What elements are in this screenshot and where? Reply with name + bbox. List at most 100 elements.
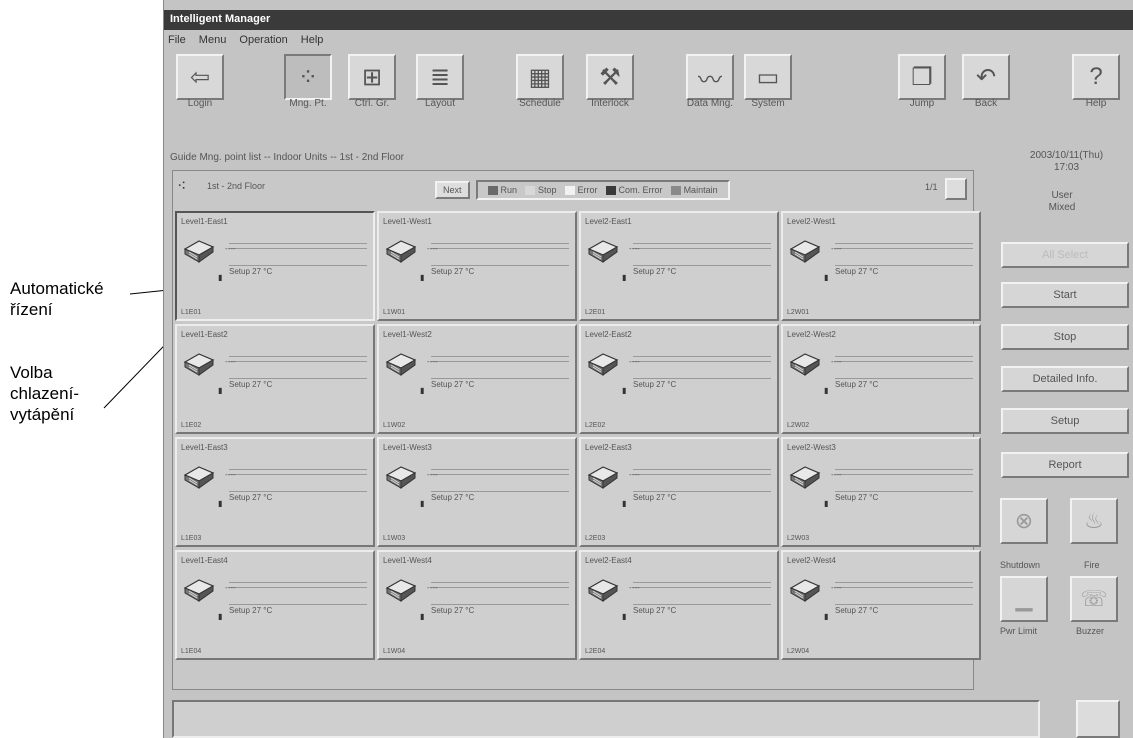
legend-label: Maintain	[683, 184, 718, 195]
toolbar-label: Ctrl. Gr.	[354, 98, 390, 109]
toolbar-jump-button[interactable]: ❐ Jump	[894, 50, 950, 150]
network-icon: ⁖	[177, 178, 187, 195]
indoor-unit-icon	[789, 353, 821, 376]
indoor-unit-tile[interactable]: Level1-East3 ---- ▮ Setup 27 °C L1E03	[175, 437, 375, 547]
unit-value: ----	[629, 470, 640, 479]
stop-button[interactable]: Stop	[1001, 324, 1129, 350]
menu-file[interactable]: File	[168, 34, 186, 46]
indoor-unit-icon	[789, 466, 821, 489]
toolbar-login-button[interactable]: ⇦ Login	[172, 50, 228, 150]
data-management-icon: 〰	[686, 54, 734, 100]
toolbar-label: Jump	[909, 98, 935, 109]
user-label: User	[1051, 190, 1073, 201]
unit-code: L1W01	[383, 309, 406, 316]
mode-flag-icon: ▮	[218, 273, 223, 282]
indoor-unit-icon	[587, 353, 619, 376]
unit-setup: Setup 27 °C	[229, 267, 273, 276]
mode-flag-icon: ▮	[622, 499, 627, 508]
menu-menu[interactable]: Menu	[199, 34, 227, 46]
unit-name: Level1-East4	[181, 556, 228, 565]
legend-swatch	[605, 186, 616, 196]
unit-name: Level1-East3	[181, 443, 228, 452]
unit-name: Level1-West4	[383, 556, 432, 565]
indoor-unit-tile[interactable]: Level1-West1 ---- ▮ Setup 27 °C L1W01	[377, 211, 577, 321]
unit-status-bar	[431, 243, 569, 249]
toolbar-system-button[interactable]: ▭ System	[740, 50, 796, 150]
indoor-unit-tile[interactable]: Level2-East3 ---- ▮ Setup 27 °C L2E03	[579, 437, 779, 547]
unit-status-bar	[835, 469, 973, 475]
unit-name: Level1-East1	[181, 217, 228, 226]
unit-setup: Setup 27 °C	[835, 606, 879, 615]
unit-status-bar	[633, 469, 771, 475]
unit-name: Level2-West2	[787, 330, 836, 339]
indoor-unit-tile[interactable]: Level2-West4 ---- ▮ Setup 27 °C L2W04	[781, 550, 981, 660]
menu-operation[interactable]: Operation	[239, 34, 287, 46]
indoor-unit-tile[interactable]: Level1-East2 ---- ▮ Setup 27 °C L1E02	[175, 324, 375, 434]
indoor-unit-tile[interactable]: Level1-East1 ---- ▮ Setup 27 °C L1E01	[175, 211, 375, 321]
buzzer-label: Buzzer	[1076, 626, 1105, 636]
unit-name: Level1-West1	[383, 217, 432, 226]
menu-help[interactable]: Help	[301, 34, 324, 46]
toolbar-mng-pt-button[interactable]: ⁘ Mng. Pt.	[280, 50, 336, 150]
legend-run: Run	[487, 185, 517, 196]
mode-flag-icon: ▮	[218, 386, 223, 395]
legend-stop: Stop	[525, 185, 557, 196]
guide-breadcrumb: Guide Mng. point list -- Indoor Units --…	[170, 152, 404, 163]
indoor-unit-tile[interactable]: Level2-East4 ---- ▮ Setup 27 °C L2E04	[579, 550, 779, 660]
indoor-unit-tile[interactable]: Level2-East2 ---- ▮ Setup 27 °C L2E02	[579, 324, 779, 434]
legend-com-error: Com. Error	[605, 185, 663, 196]
unit-code: L1E02	[181, 422, 202, 429]
toolbar-interlock-button[interactable]: ⚒ Interlock	[582, 50, 638, 150]
fire-icon[interactable]: ♨	[1070, 498, 1118, 544]
toolbar-help-button[interactable]: ? Help	[1068, 50, 1124, 150]
toolbar-label: Interlock	[591, 98, 629, 109]
unit-code: L2W01	[787, 309, 810, 316]
unit-name: Level2-East4	[585, 556, 632, 565]
page-button[interactable]	[945, 178, 967, 200]
indoor-unit-tile[interactable]: Level1-West2 ---- ▮ Setup 27 °C L1W02	[377, 324, 577, 434]
start-button[interactable]: Start	[1001, 282, 1129, 308]
indoor-unit-tile[interactable]: Level2-West1 ---- ▮ Setup 27 °C L2W01	[781, 211, 981, 321]
unit-setup: Setup 27 °C	[229, 606, 273, 615]
buzzer-icon[interactable]: ☏	[1070, 576, 1118, 622]
all-select-button[interactable]: All Select	[1001, 242, 1129, 268]
indoor-unit-tile[interactable]: Level1-West4 ---- ▮ Setup 27 °C L1W04	[377, 550, 577, 660]
legend-maintain: Maintain	[670, 184, 718, 196]
toolbar-schedule-button[interactable]: ▦ Schedule	[512, 50, 568, 150]
detailed-info-button[interactable]: Detailed Info.	[1001, 366, 1129, 392]
toolbar-ctrl-gr-button[interactable]: ⊞ Ctrl. Gr.	[344, 50, 400, 150]
power-limit-icon[interactable]: ▁	[1000, 576, 1048, 622]
indoor-unit-tile[interactable]: Level1-East4 ---- ▮ Setup 27 °C L1E04	[175, 550, 375, 660]
indoor-unit-icon	[587, 466, 619, 489]
setup-button[interactable]: Setup	[1001, 408, 1129, 434]
toolbar-label: Schedule	[519, 98, 561, 109]
unit-status-bar	[229, 582, 367, 588]
indoor-unit-tile[interactable]: Level2-West2 ---- ▮ Setup 27 °C L2W02	[781, 324, 981, 434]
unit-value: ----	[225, 357, 236, 366]
window-layout-icon[interactable]	[1076, 700, 1120, 738]
unit-setup: Setup 27 °C	[229, 493, 273, 502]
indoor-unit-icon	[183, 353, 215, 376]
shutdown-icon[interactable]: ⊗	[1000, 498, 1048, 544]
unit-status-bar	[633, 356, 771, 362]
status-legend: Next Run Stop Error Com. Error Maintain	[435, 178, 730, 202]
mode-flag-icon: ▮	[420, 273, 425, 282]
unit-code: L2E02	[585, 422, 606, 429]
window-title: Intelligent Manager	[164, 10, 1133, 30]
next-button[interactable]: Next	[435, 181, 470, 199]
unit-status-bar	[431, 469, 569, 475]
unit-value: ----	[225, 244, 236, 253]
mode-flag-icon: ▮	[824, 612, 829, 621]
toolbar-label: Login	[187, 98, 213, 109]
unit-status-bar	[835, 356, 973, 362]
indoor-unit-tile[interactable]: Level2-West3 ---- ▮ Setup 27 °C L2W03	[781, 437, 981, 547]
indoor-unit-tile[interactable]: Level2-East1 ---- ▮ Setup 27 °C L2E01	[579, 211, 779, 321]
report-button[interactable]: Report	[1001, 452, 1129, 478]
unit-status-bar	[431, 356, 569, 362]
toolbar-back-button[interactable]: ↶ Back	[958, 50, 1014, 150]
toolbar-label: Help	[1085, 98, 1107, 109]
toolbar-data-mng-button[interactable]: 〰 Data Mng.	[682, 50, 738, 150]
toolbar-layout-button[interactable]: ≣ Layout	[412, 50, 468, 150]
indoor-unit-tile[interactable]: Level1-West3 ---- ▮ Setup 27 °C L1W03	[377, 437, 577, 547]
toolbar-label: Layout	[424, 98, 456, 109]
